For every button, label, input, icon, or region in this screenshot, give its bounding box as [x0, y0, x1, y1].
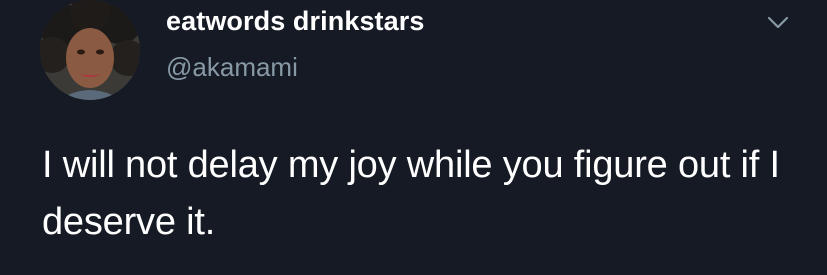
author-display-name[interactable]: eatwords drinkstars — [166, 6, 425, 37]
profile-photo-icon — [40, 0, 140, 100]
tweet-text: I will not delay my joy while you figure… — [42, 144, 780, 243]
author-handle[interactable]: @akamami — [166, 52, 298, 83]
avatar[interactable] — [40, 0, 140, 100]
tweet-card: eatwords drinkstars @akamami I will not … — [0, 0, 827, 275]
chevron-down-icon[interactable] — [766, 10, 790, 34]
